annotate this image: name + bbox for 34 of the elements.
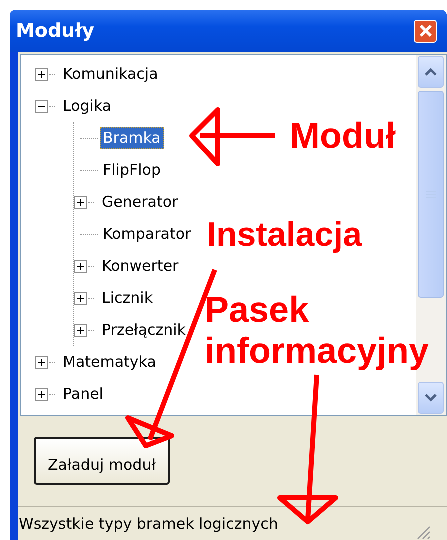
collapse-icon[interactable] <box>35 100 48 112</box>
expand-icon[interactable] <box>35 388 48 400</box>
tree-item[interactable]: Konwerter <box>99 255 182 277</box>
tree-item[interactable]: Panel <box>60 383 106 405</box>
tree-item[interactable]: Logika <box>60 95 115 117</box>
scroll-thumb[interactable] <box>418 91 444 298</box>
tree-item[interactable]: Matematyka <box>60 351 160 373</box>
tree-item[interactable]: Bramka <box>100 127 164 149</box>
chevron-up-icon <box>424 67 438 77</box>
tree-item[interactable]: Komparator <box>100 223 194 245</box>
expand-icon[interactable] <box>35 356 48 368</box>
expand-icon[interactable] <box>74 260 87 272</box>
expand-icon[interactable] <box>74 196 87 208</box>
close-icon <box>418 24 432 38</box>
tree-item[interactable]: FlipFlop <box>100 159 164 181</box>
expand-icon[interactable] <box>74 324 87 336</box>
tree-item[interactable]: Przełącznik <box>99 319 189 341</box>
tree-item[interactable]: Komunikacja <box>60 63 162 85</box>
scroll-up-button[interactable] <box>418 56 444 88</box>
close-button[interactable] <box>414 20 437 42</box>
annotation-label: Moduł <box>290 118 396 154</box>
scroll-down-button[interactable] <box>418 382 444 414</box>
annotation-label: Pasek <box>205 292 310 328</box>
resize-grip-icon[interactable] <box>415 524 431 540</box>
status-text: Wszystkie typy bramek logicznych <box>19 514 278 532</box>
load-module-button[interactable]: Załaduj moduł <box>34 437 170 485</box>
annotation-label: Instalacja <box>207 218 362 252</box>
expand-icon[interactable] <box>35 68 48 80</box>
tree-item[interactable]: Generator <box>99 191 182 213</box>
window-title: Moduły <box>16 20 95 42</box>
annotation-label: informacyjny <box>205 333 430 369</box>
expand-icon[interactable] <box>74 292 87 304</box>
chevron-down-icon <box>424 393 438 403</box>
tree-item[interactable]: Licznik <box>99 287 156 309</box>
